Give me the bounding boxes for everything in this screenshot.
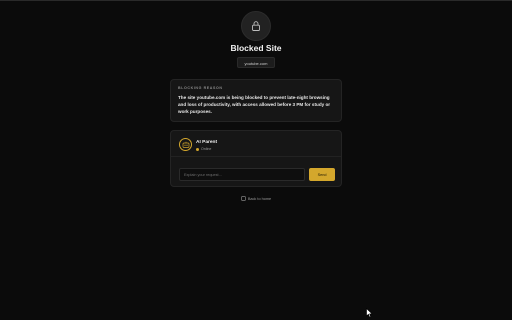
request-message-input[interactable] xyxy=(179,168,305,181)
chat-divider xyxy=(171,156,341,157)
back-to-home-label: Back to home xyxy=(247,196,272,201)
reason-heading: BLOCKING REASON xyxy=(178,86,223,90)
top-border xyxy=(0,0,512,1)
status-text: Online xyxy=(201,147,212,151)
page-title: Blocked Site xyxy=(230,43,282,53)
back-to-home-link[interactable]: Back to home xyxy=(0,196,512,201)
mouse-cursor-icon xyxy=(366,308,373,318)
ai-parent-status: Online xyxy=(196,147,211,151)
ai-parent-avatar xyxy=(179,138,192,151)
lock-icon xyxy=(252,21,260,31)
ai-parent-name: AI Parent xyxy=(196,140,218,145)
robot-icon xyxy=(182,141,189,148)
online-dot-icon xyxy=(196,147,199,151)
send-button[interactable]: Send xyxy=(309,168,335,181)
ai-parent-chat-card: AI Parent Online Send xyxy=(170,130,342,187)
blocking-reason-card: BLOCKING REASON The site youtube.com is … xyxy=(170,79,342,122)
lock-badge xyxy=(241,11,271,41)
reason-text: The site youtube.com is being blocked to… xyxy=(178,95,331,114)
blocked-domain-badge: youtube.com xyxy=(237,57,275,68)
home-icon xyxy=(241,196,246,201)
